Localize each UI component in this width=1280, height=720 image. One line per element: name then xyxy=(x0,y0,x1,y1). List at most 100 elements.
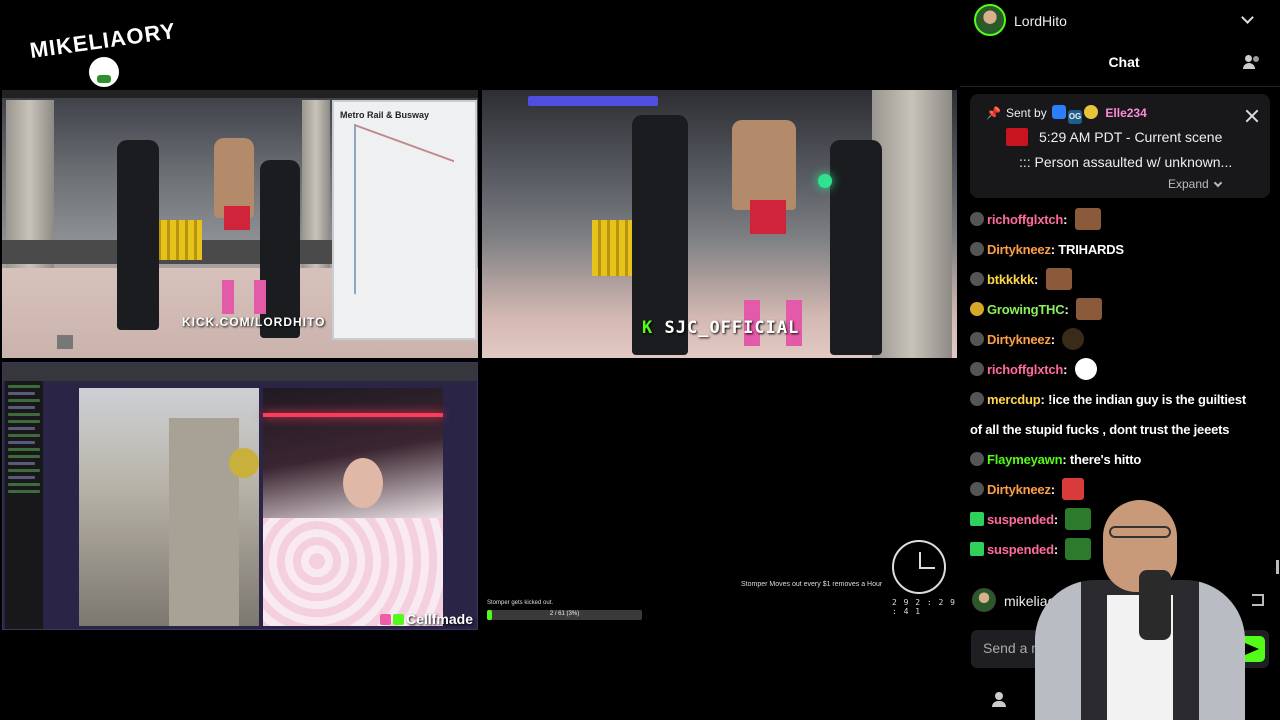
chevron-down-icon xyxy=(1213,178,1222,188)
gift-badge-icon xyxy=(970,542,984,556)
scrollbar[interactable] xyxy=(1276,560,1279,574)
goal-mini-bar xyxy=(528,96,658,106)
emote-icon xyxy=(1074,208,1101,230)
chat-username[interactable]: Dirtykneez xyxy=(987,242,1051,257)
expand-button[interactable]: Expand xyxy=(1168,177,1222,191)
pin-icon: 📌 xyxy=(986,106,1001,120)
chat-username[interactable]: Dirtykneez xyxy=(987,482,1051,497)
logout-icon[interactable] xyxy=(1252,594,1264,606)
divider xyxy=(960,86,1280,87)
metro-map-lines xyxy=(354,123,454,331)
camera-view-bedroom xyxy=(263,388,443,626)
user-avatar[interactable] xyxy=(972,588,996,612)
chat-username[interactable]: btkkkkk xyxy=(987,272,1034,287)
chat-separator: : xyxy=(1050,332,1059,347)
og-badge-icon: OG xyxy=(1068,110,1083,124)
user-badge-icon xyxy=(970,272,984,286)
emote-icon xyxy=(1062,478,1085,500)
yellow-barrier xyxy=(152,220,202,260)
chat-separator: : xyxy=(1063,362,1071,377)
shorts xyxy=(750,200,786,234)
chat-message-text: TRIHARDS xyxy=(1058,242,1124,257)
sjc-watermark: K SJC_OFFICIAL xyxy=(642,318,799,338)
chat-username[interactable]: mercdup xyxy=(987,392,1041,407)
channel-header[interactable]: LordHito xyxy=(960,0,1280,40)
chat-message: Dirtykneez: TRIHARDS xyxy=(970,235,1270,265)
emote-icon xyxy=(1074,358,1097,380)
channel-name[interactable]: LordHito xyxy=(1014,13,1067,29)
user-badge-icon xyxy=(970,332,984,346)
user-badge-icon xyxy=(970,362,984,376)
browser-toolbar xyxy=(3,363,477,381)
glasses xyxy=(1109,526,1171,538)
user-badge-icon xyxy=(970,482,984,496)
instagram-icon xyxy=(380,614,392,625)
logo-mascot-icon xyxy=(86,54,122,90)
video-feed-station-b: K SJC_OFFICIAL xyxy=(482,90,957,358)
person-figure xyxy=(732,120,796,210)
pinned-line-1: 5:29 AM PDT - Current scene xyxy=(1039,129,1223,145)
chat-username[interactable]: GrowingTHC xyxy=(987,302,1065,317)
boot xyxy=(254,280,266,314)
pinned-sender[interactable]: Elle234 xyxy=(1105,106,1146,120)
goal-label: Stomper gets kicked out. xyxy=(487,600,554,606)
video-feed-station-a: Metro Rail & Busway KICK.COM/LORDHITO xyxy=(2,90,478,358)
goal-progress-text: 2 / 61 (3%) xyxy=(549,611,580,617)
chat-username[interactable]: Flaymeyawn xyxy=(987,452,1063,467)
feed-ticker xyxy=(2,90,478,98)
streamer-webcam xyxy=(1035,500,1245,720)
chat-message-text: of all the stupid fucks , dont trust the… xyxy=(970,422,1230,437)
chat-separator: : xyxy=(1062,452,1070,467)
chat-separator: : xyxy=(1050,482,1059,497)
emote-icon xyxy=(1062,328,1085,350)
user-badge-icon xyxy=(970,392,984,406)
room-door xyxy=(169,418,239,626)
countdown-timer: 2 9 2 : 2 9 : 4 1 xyxy=(892,598,956,616)
metro-map-board: Metro Rail & Busway xyxy=(332,100,477,340)
goal-progress-bar: 2 / 61 (3%) xyxy=(487,610,642,620)
chat-message: richoffglxtch: xyxy=(970,205,1270,235)
kick-k-icon: K xyxy=(642,318,654,338)
overlay-square xyxy=(57,335,73,349)
person-face xyxy=(343,458,383,508)
chat-separator: : xyxy=(1034,272,1042,287)
chevron-down-icon[interactable] xyxy=(1241,11,1254,24)
verified-badge-icon xyxy=(1052,105,1067,119)
pinned-line-2: ::: Person assaulted w/ unknown... xyxy=(1019,154,1233,170)
room-plant xyxy=(229,448,259,478)
kick-icon xyxy=(393,614,405,625)
chat-message: of all the stupid fucks , dont trust the… xyxy=(970,415,1270,445)
chat-username[interactable]: richoffglxtch xyxy=(987,212,1063,227)
alert-icon xyxy=(1006,128,1028,146)
chat-message: mercdup: !ice the indian guy is the guil… xyxy=(970,385,1270,415)
chat-separator: : xyxy=(1063,212,1071,227)
gift-badge-icon xyxy=(970,512,984,526)
gold-badge-icon xyxy=(1084,105,1099,119)
chat-message: btkkkkk: xyxy=(970,265,1270,295)
cellfmade-text: Cellfmade xyxy=(406,611,473,627)
user-badge-icon xyxy=(970,452,984,466)
close-icon[interactable] xyxy=(1245,109,1259,123)
blanket xyxy=(263,518,443,626)
sent-by-label: Sent by xyxy=(1006,106,1047,120)
chat-title: Chat xyxy=(1108,54,1140,70)
add-user-icon[interactable] xyxy=(992,692,1008,708)
pinned-sent-by: Sent by OG Elle234 xyxy=(1006,105,1147,124)
officer-figure xyxy=(830,140,882,355)
camera-view-room xyxy=(79,388,259,626)
officer-figure xyxy=(260,160,300,338)
chat-message-text: there's hitto xyxy=(1069,452,1142,467)
pillar xyxy=(872,90,952,358)
channel-avatar[interactable] xyxy=(974,4,1006,36)
mini-chat-panel xyxy=(5,381,43,629)
chat-separator: : xyxy=(1040,392,1049,407)
chat-separator: : xyxy=(1064,302,1072,317)
video-feed-screen-share: Cellfmade xyxy=(2,362,478,630)
users-icon[interactable] xyxy=(1243,55,1259,69)
user-badge-icon xyxy=(970,212,984,226)
chat-username[interactable]: Dirtykneez xyxy=(987,332,1051,347)
user-badge-icon xyxy=(970,302,984,316)
stream-player[interactable]: MIKELIAORY Metro Rail & Busway KICK.COM/… xyxy=(0,0,960,720)
shorts xyxy=(224,206,250,230)
chat-username[interactable]: richoffglxtch xyxy=(987,362,1063,377)
